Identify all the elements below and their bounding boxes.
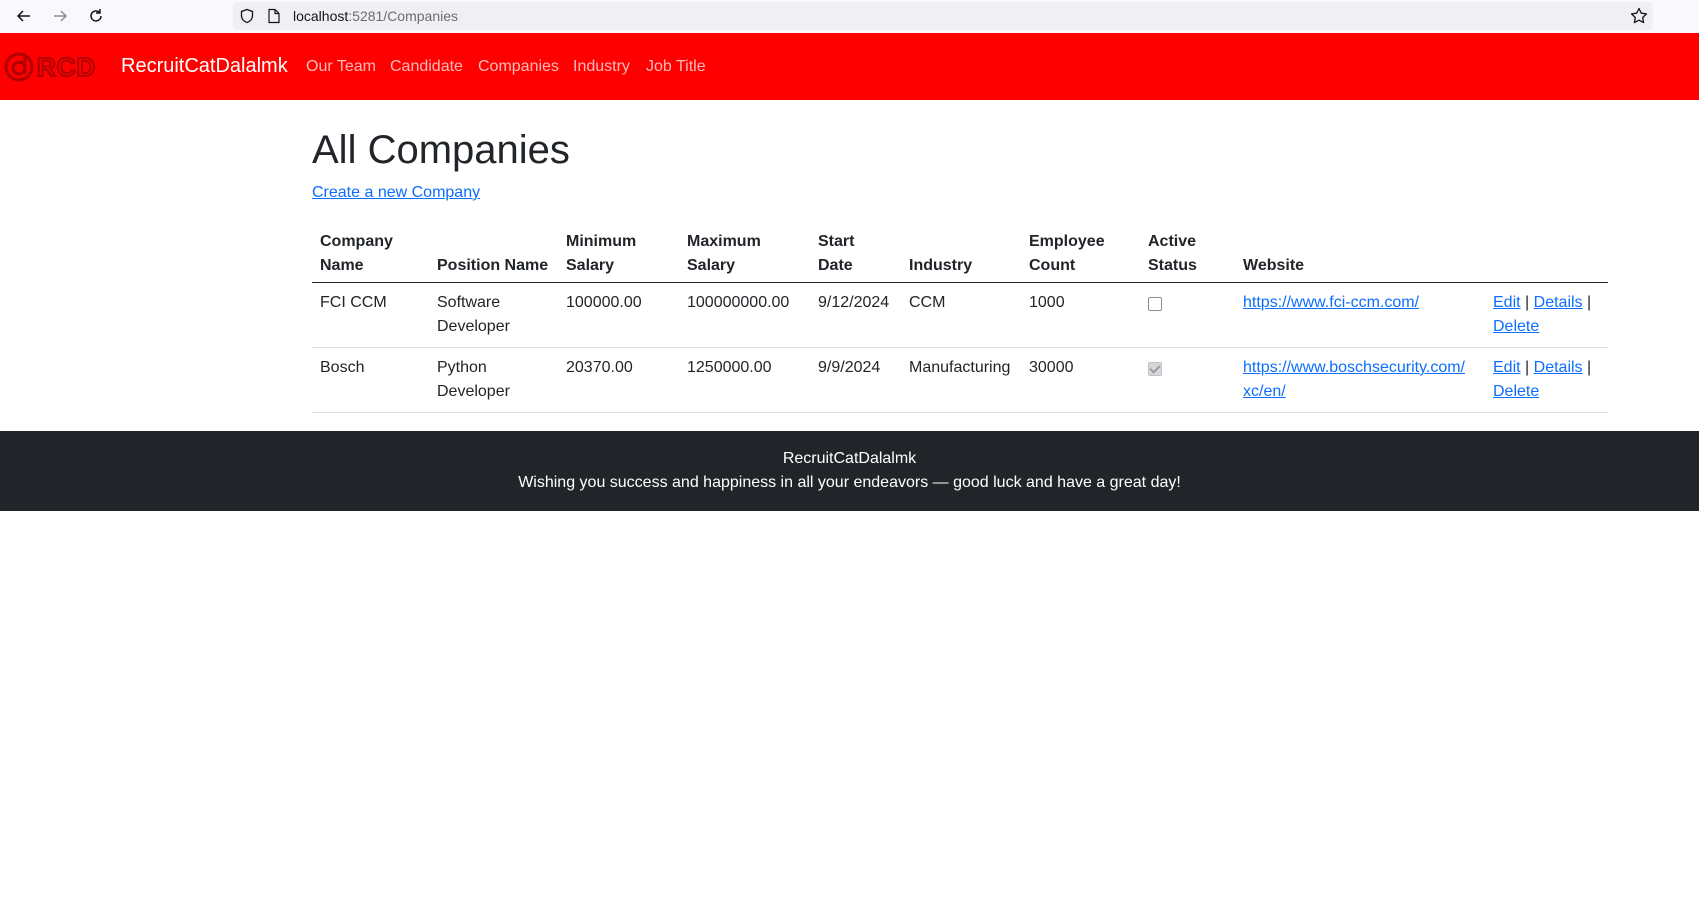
header-website: Website (1235, 226, 1485, 283)
details-link[interactable]: Details (1534, 294, 1583, 311)
website-link[interactable]: https://www.fci-ccm.com/ (1243, 294, 1419, 311)
action-separator: | (1525, 294, 1530, 311)
cell-actions: Edit | Details | Delete (1485, 282, 1608, 348)
cell-company-name: Bosch (312, 347, 429, 413)
edit-link[interactable]: Edit (1493, 359, 1521, 376)
action-separator: | (1525, 359, 1530, 376)
active-checkbox (1148, 362, 1162, 376)
header-active-status: Active Status (1140, 226, 1235, 283)
cell-maximum-salary: 1250000.00 (679, 347, 810, 413)
details-link[interactable]: Details (1534, 359, 1583, 376)
reload-icon[interactable] (84, 4, 108, 28)
cell-active-status (1140, 282, 1235, 348)
header-start-date: Start Date (810, 226, 901, 283)
url-host: localhost (293, 8, 349, 24)
back-arrow-icon[interactable] (12, 4, 36, 28)
cell-actions: Edit | Details | Delete (1485, 347, 1608, 413)
shield-icon[interactable] (239, 8, 255, 29)
cell-employee-count: 1000 (1021, 282, 1140, 348)
edit-link[interactable]: Edit (1493, 294, 1521, 311)
table-row: Bosch Python Developer 20370.00 1250000.0… (312, 347, 1608, 413)
delete-link[interactable]: Delete (1493, 383, 1539, 400)
cell-position-name: Python Developer (429, 347, 558, 413)
header-position-name: Position Name (429, 226, 558, 283)
page-footer: RecruitCatDalalmk Wishing you success an… (0, 431, 1699, 511)
header-employee-count: Employee Count (1021, 226, 1140, 283)
header-minimum-salary: Minimum Salary (558, 226, 679, 283)
nav-link-our-team[interactable]: Our Team (306, 57, 376, 77)
header-maximum-salary: Maximum Salary (679, 226, 810, 283)
cell-industry: CCM (901, 282, 1021, 348)
browser-toolbar: localhost:5281/Companies (0, 0, 1699, 34)
action-separator: | (1587, 294, 1592, 311)
active-checkbox (1148, 297, 1162, 311)
cell-start-date: 9/9/2024 (810, 347, 901, 413)
nav-link-job-title[interactable]: Job Title (646, 57, 706, 77)
action-separator: | (1587, 359, 1592, 376)
table-header-row: Company Name Position Name Minimum Salary … (312, 226, 1608, 283)
forward-arrow-icon[interactable] (48, 4, 72, 28)
companies-table: Company Name Position Name Minimum Salary … (312, 226, 1608, 413)
cell-website: https://www.boschsecurity.com/xc/en/ (1235, 347, 1485, 413)
cell-minimum-salary: 100000.00 (558, 282, 679, 348)
nav-link-companies[interactable]: Companies (478, 57, 559, 77)
header-actions (1485, 226, 1608, 283)
cell-position-name: Software Developer (429, 282, 558, 348)
cell-company-name: FCI CCM (312, 282, 429, 348)
cell-minimum-salary: 20370.00 (558, 347, 679, 413)
page-title: All Companies (312, 128, 570, 172)
url-text[interactable]: localhost:5281/Companies (293, 8, 458, 24)
top-navbar: RCD RecruitCatDalalmk Our Team Candidate… (0, 33, 1699, 100)
header-company-name: Company Name (312, 226, 429, 283)
cell-active-status (1140, 347, 1235, 413)
create-company-link[interactable]: Create a new Company (312, 183, 480, 203)
cell-website: https://www.fci-ccm.com/ (1235, 282, 1485, 348)
nav-link-industry[interactable]: Industry (573, 57, 630, 77)
bookmark-star-icon[interactable] (1629, 6, 1649, 31)
header-industry: Industry (901, 226, 1021, 283)
cell-employee-count: 30000 (1021, 347, 1140, 413)
footer-brand: RecruitCatDalalmk (782, 450, 917, 467)
website-link[interactable]: https://www.boschsecurity.com/xc/en/ (1243, 359, 1465, 400)
logo-text: RCD (37, 52, 96, 82)
rcd-logo[interactable]: RCD (4, 51, 104, 83)
cell-industry: Manufacturing (901, 347, 1021, 413)
address-bar[interactable]: localhost:5281/Companies (233, 2, 1653, 30)
cell-maximum-salary: 100000000.00 (679, 282, 810, 348)
navbar-brand[interactable]: RecruitCatDalalmk (121, 54, 288, 78)
page-icon (267, 8, 281, 29)
url-path: :5281/Companies (348, 8, 459, 24)
delete-link[interactable]: Delete (1493, 318, 1539, 335)
table-row: FCI CCM Software Developer 100000.00 1000… (312, 282, 1608, 348)
nav-link-candidate[interactable]: Candidate (390, 57, 463, 77)
cell-start-date: 9/12/2024 (810, 282, 901, 348)
footer-message: Wishing you success and happiness in all… (518, 474, 1181, 491)
